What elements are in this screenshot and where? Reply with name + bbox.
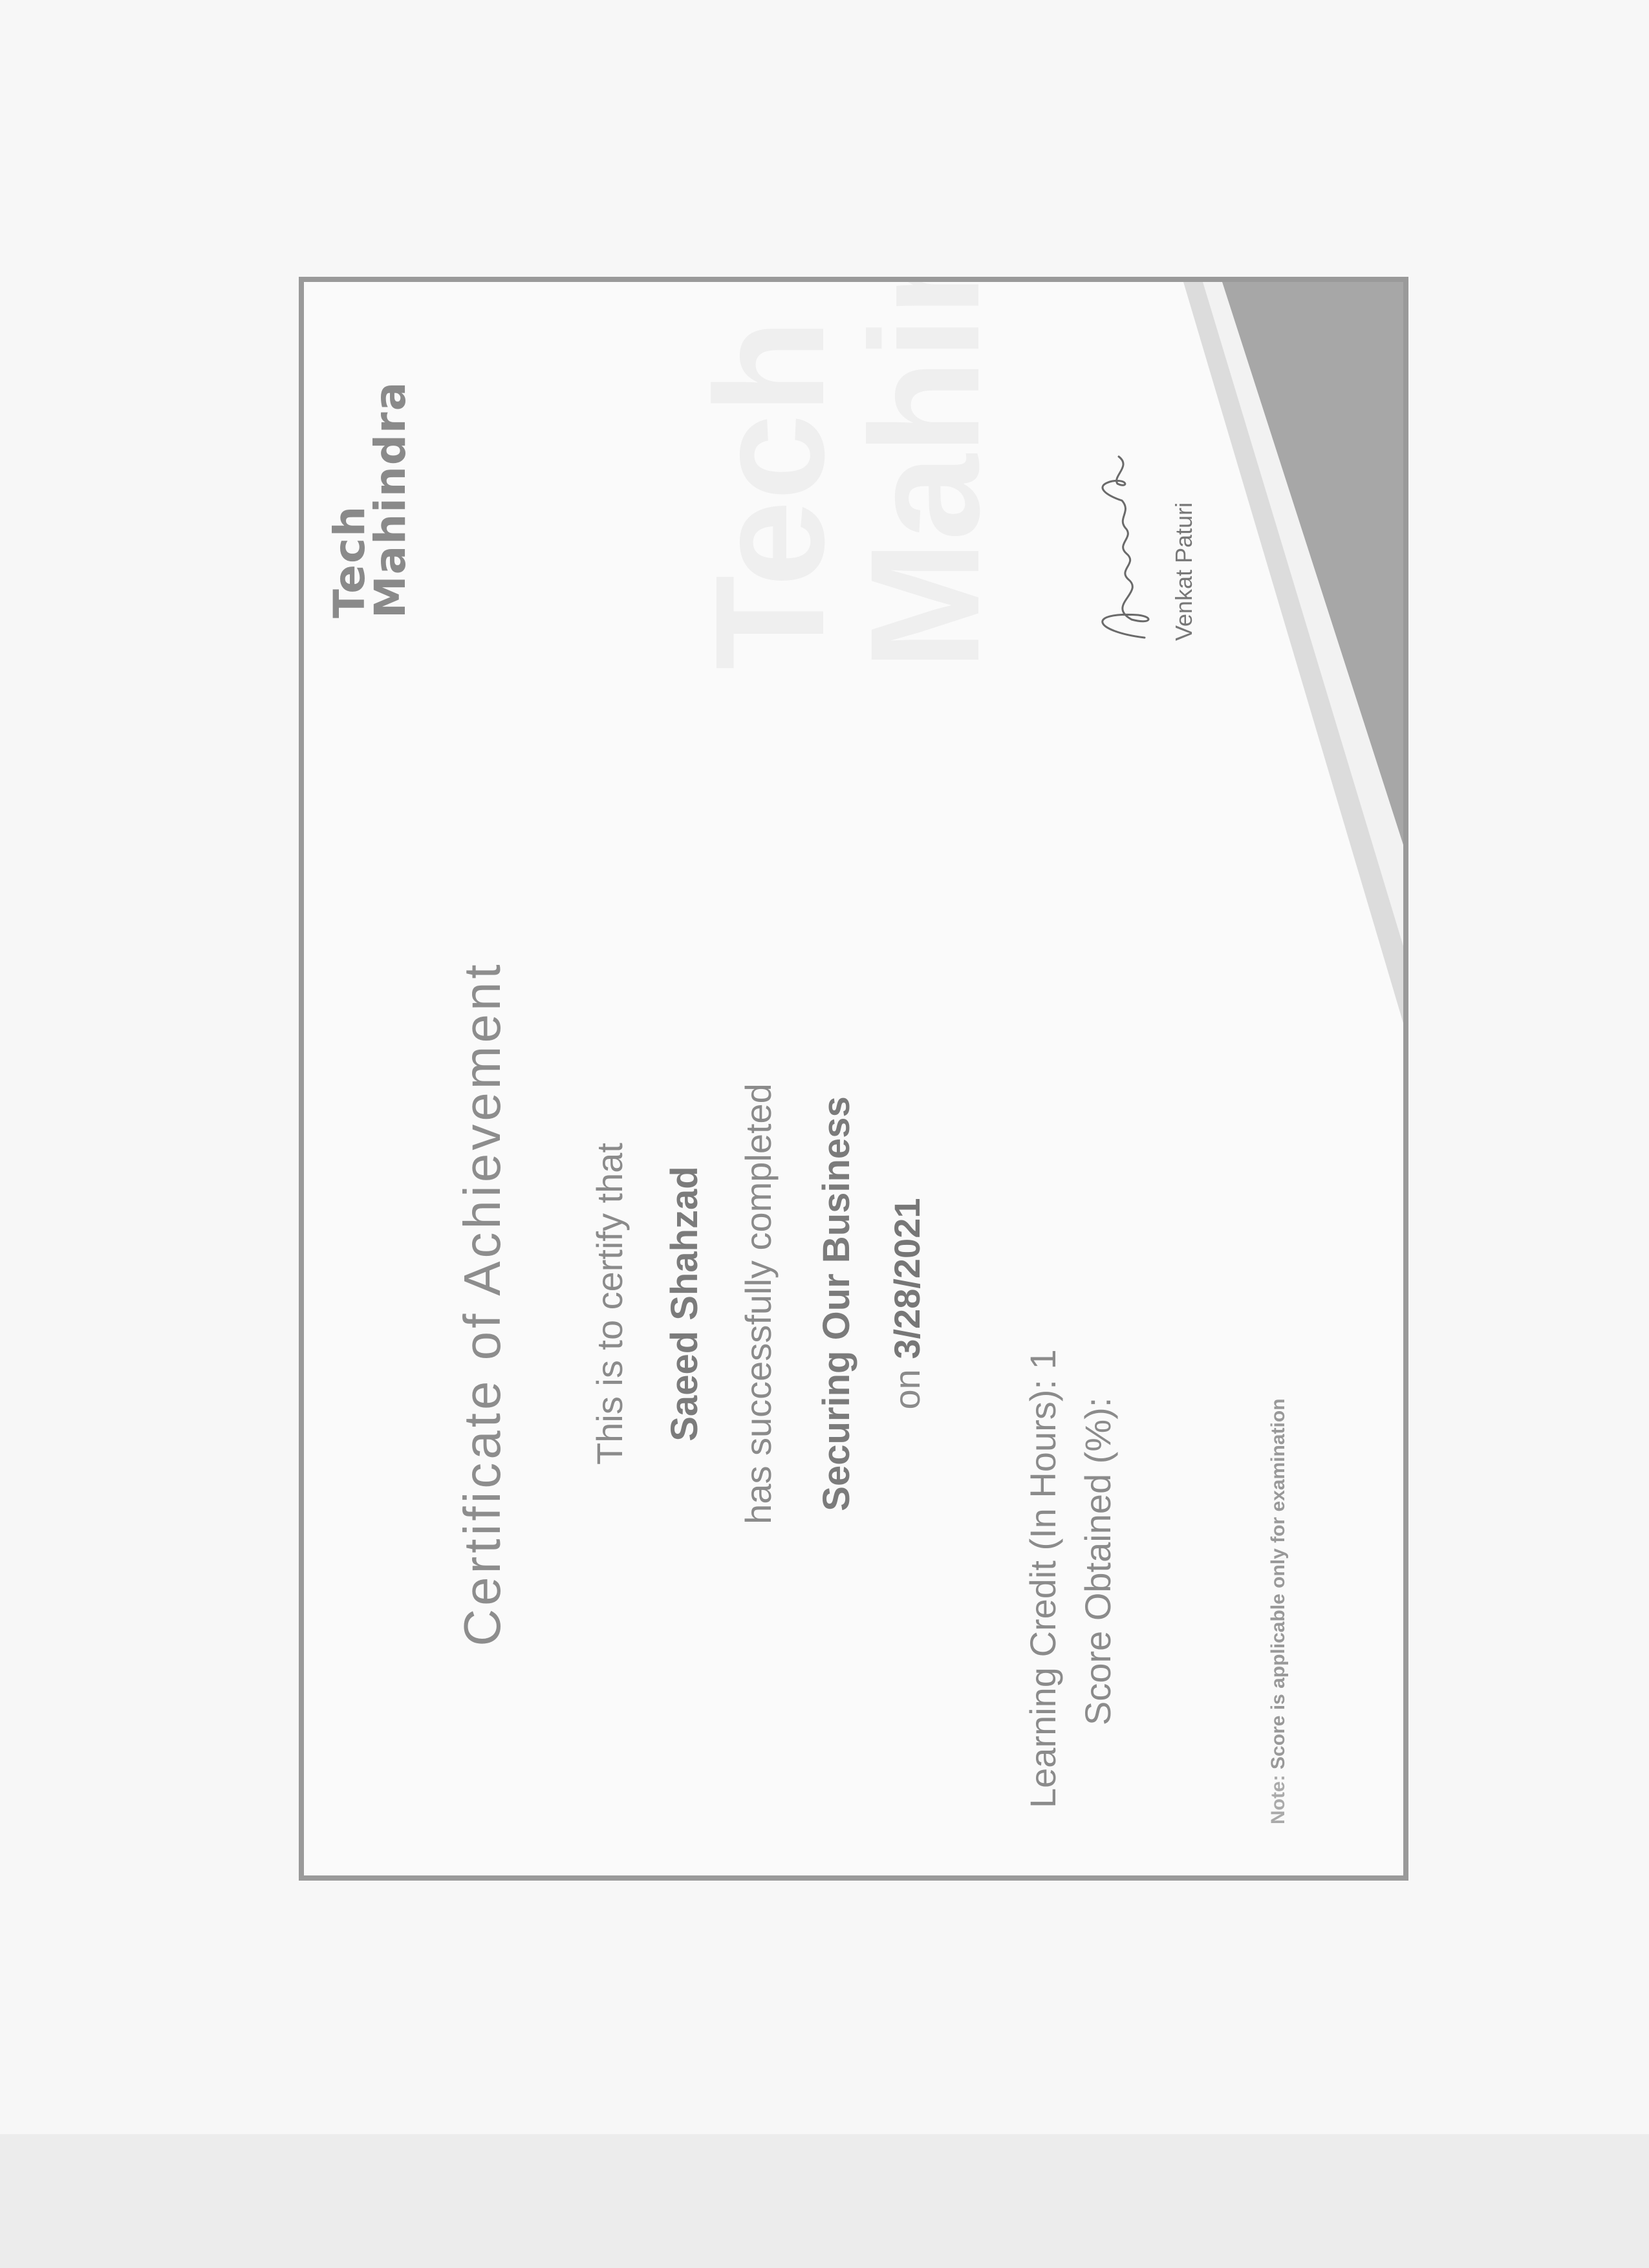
certificate-content: Tech Mahindra Certificate of Achievement… xyxy=(304,282,1403,1875)
signatory-name: Venkat Paturi xyxy=(1170,502,1197,641)
scan-background-strip xyxy=(0,2134,1649,2268)
completion-text: has successfully completed xyxy=(738,1083,779,1524)
certificate-frame: Tech Mahindra Tech Mahindra Certificate o… xyxy=(299,277,1408,1881)
recipient-name: Saeed Shahzad xyxy=(663,1166,706,1442)
note-label: Note: xyxy=(1267,1775,1289,1824)
signature-image xyxy=(1101,455,1150,639)
date-prefix: on xyxy=(887,1369,927,1410)
completion-date-line: on 3/28/2021 xyxy=(886,722,928,1875)
certificate-title: Certificate of Achievement xyxy=(453,961,511,1647)
course-name: Securing Our Business xyxy=(815,1096,857,1511)
footnote: Note: Score is applicable only for exami… xyxy=(1267,1398,1289,1824)
score-obtained-label: Score Obtained (%): xyxy=(1077,1397,1118,1725)
certify-intro: This is to certify that xyxy=(589,1143,630,1465)
learning-credit-label: Learning Credit (In Hours): xyxy=(1022,1379,1063,1808)
logo-line-1: Tech xyxy=(325,504,374,618)
company-logo: Tech Mahindra xyxy=(325,380,415,618)
learning-credit-value: 1 xyxy=(1022,1349,1063,1370)
completion-date: 3/28/2021 xyxy=(887,1198,927,1359)
logo-line-2: Mahindra xyxy=(365,380,415,618)
note-text: Score is applicable only for examination xyxy=(1267,1398,1289,1769)
learning-credit: Learning Credit (In Hours): 1 xyxy=(1022,1349,1064,1808)
